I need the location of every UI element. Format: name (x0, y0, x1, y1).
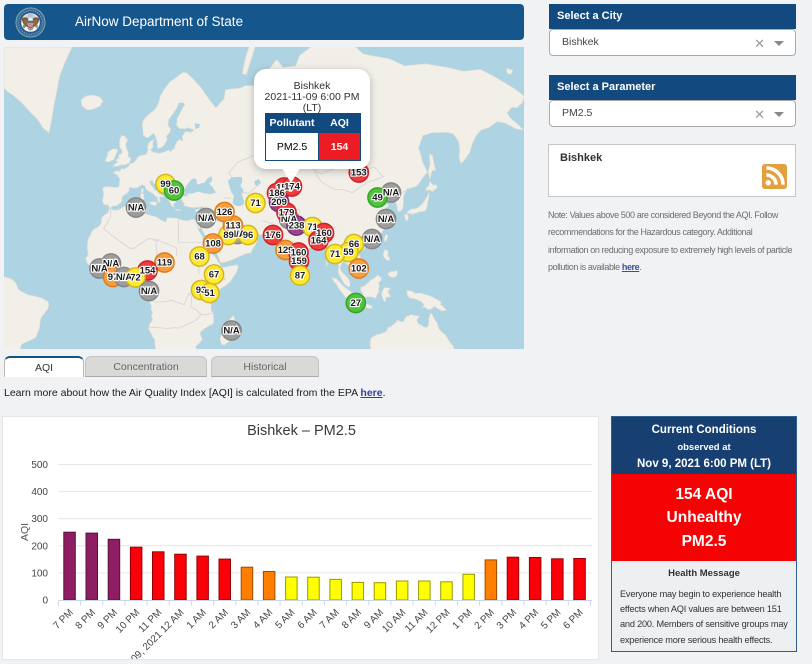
svg-text:N/A: N/A (128, 203, 145, 214)
svg-text:7 AM: 7 AM (318, 607, 342, 631)
svg-text:5 AM: 5 AM (274, 607, 298, 631)
svg-text:2 AM: 2 AM (207, 607, 231, 631)
svg-text:174: 174 (284, 182, 301, 193)
svg-text:102: 102 (351, 264, 367, 275)
svg-text:96: 96 (243, 230, 254, 241)
svg-text:59: 59 (343, 247, 354, 258)
svg-text:200: 200 (31, 541, 48, 552)
svg-text:209: 209 (271, 197, 287, 208)
svg-text:113: 113 (225, 221, 240, 232)
svg-text:153: 153 (351, 168, 367, 179)
svg-text:N/A: N/A (223, 326, 240, 337)
svg-text:154: 154 (140, 266, 157, 277)
svg-text:Bishkek – PM2.5: Bishkek – PM2.5 (247, 423, 356, 439)
svg-text:12 PM: 12 PM (424, 607, 452, 635)
svg-text:6 PM: 6 PM (561, 607, 585, 631)
svg-text:71: 71 (330, 249, 341, 260)
svg-text:72: 72 (130, 273, 141, 284)
svg-text:N/A: N/A (91, 264, 108, 275)
svg-text:1 AM: 1 AM (185, 607, 209, 631)
svg-text:7 PM: 7 PM (51, 607, 75, 631)
svg-text:N/A: N/A (141, 286, 158, 297)
svg-text:4 AM: 4 AM (251, 607, 275, 631)
svg-text:N/A: N/A (364, 234, 381, 245)
svg-text:8 AM: 8 AM (340, 607, 364, 631)
svg-text:500: 500 (31, 460, 48, 471)
svg-text:176: 176 (265, 230, 281, 241)
svg-text:51: 51 (204, 288, 215, 299)
svg-text:71: 71 (250, 198, 261, 209)
svg-text:300: 300 (31, 514, 48, 525)
svg-text:10 AM: 10 AM (380, 607, 408, 635)
svg-text:87: 87 (295, 271, 306, 282)
svg-text:0: 0 (42, 596, 48, 607)
svg-text:49: 49 (372, 193, 383, 204)
svg-text:27: 27 (351, 298, 362, 309)
svg-text:N/A: N/A (383, 188, 400, 199)
svg-text:3 PM: 3 PM (495, 607, 519, 631)
svg-text:60: 60 (169, 186, 180, 197)
svg-text:108: 108 (205, 239, 221, 250)
svg-text:N/A: N/A (198, 213, 215, 224)
svg-text:8 PM: 8 PM (74, 607, 98, 631)
svg-text:4 PM: 4 PM (517, 607, 541, 631)
svg-text:159: 159 (291, 256, 307, 267)
svg-text:10 PM: 10 PM (114, 607, 142, 635)
svg-text:6 AM: 6 AM (296, 607, 320, 631)
svg-text:119: 119 (157, 258, 172, 269)
svg-text:5 PM: 5 PM (539, 607, 563, 631)
svg-text:N/A: N/A (378, 214, 395, 225)
svg-text:179: 179 (279, 208, 295, 219)
svg-text:238: 238 (289, 221, 305, 232)
svg-text:164: 164 (311, 236, 328, 247)
svg-text:100: 100 (31, 568, 48, 579)
svg-text:3 AM: 3 AM (229, 607, 253, 631)
svg-text:89: 89 (223, 230, 234, 241)
svg-text:126: 126 (217, 207, 233, 218)
svg-text:AQI: AQI (19, 523, 31, 541)
svg-text:68: 68 (194, 252, 205, 263)
svg-text:1 PM: 1 PM (451, 607, 475, 631)
svg-text:2 PM: 2 PM (473, 607, 497, 631)
svg-text:67: 67 (209, 270, 220, 281)
svg-text:400: 400 (31, 487, 48, 498)
